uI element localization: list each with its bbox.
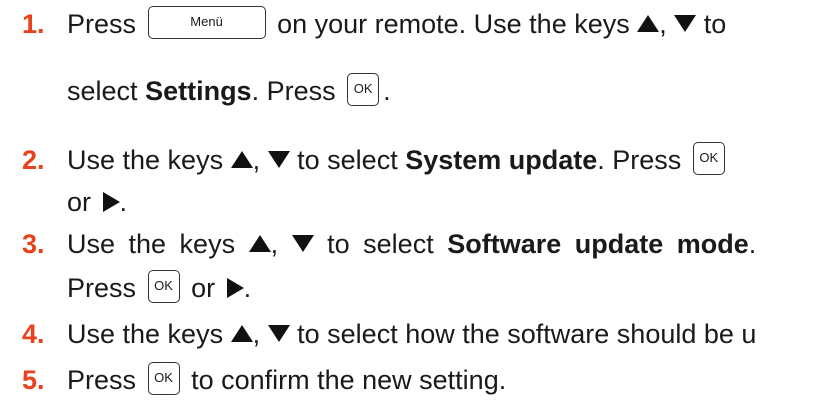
arrow-up-icon (248, 235, 271, 253)
step-text: Use the keys , to select System update. … (67, 142, 729, 178)
arrow-right-icon (102, 191, 120, 212)
step-number: 1. (22, 9, 45, 39)
arrow-down-icon (291, 235, 314, 253)
text: , (659, 9, 667, 39)
step-text: Press OK to confirm the new setting. (67, 362, 507, 398)
menu-item-name: System update (405, 145, 598, 175)
arrow-down-icon (267, 325, 290, 343)
text: to (703, 9, 727, 39)
text: Press (67, 365, 137, 395)
text: , (252, 319, 261, 349)
ok-key-icon: OK (147, 362, 180, 396)
ok-key-icon: OK (692, 142, 725, 176)
text: Press (67, 273, 137, 303)
menu-key-icon: Menü (147, 6, 266, 40)
text: select (67, 76, 138, 106)
text: . Press (251, 76, 336, 106)
step-number: 3. (22, 229, 45, 259)
text: Press (67, 9, 137, 39)
text: to confirm the new setting. (191, 365, 507, 395)
step-number: 2. (22, 145, 45, 175)
menu-item-name: Software update mode (447, 229, 749, 259)
step-text: Use the keys , to select how the softwar… (67, 318, 756, 350)
step-number: 5. (22, 365, 45, 395)
text: , (252, 145, 261, 175)
step-number: 4. (22, 319, 45, 349)
step-text: Press Menü on your remote. Use the keys … (67, 6, 727, 42)
arrow-down-icon (267, 151, 290, 169)
arrow-up-icon (637, 15, 660, 33)
step-text: or . (67, 186, 127, 218)
menu-item-name: Settings (145, 76, 252, 106)
arrow-up-icon (230, 325, 253, 343)
text: to select (327, 229, 434, 259)
arrow-down-icon (674, 15, 697, 33)
step-text: Use the keys , to select Software update… (67, 228, 756, 260)
text: Use the keys (67, 145, 224, 175)
ok-key-icon: OK (147, 270, 180, 304)
text: . Press (597, 145, 682, 175)
text: Use the keys (67, 229, 236, 259)
arrow-up-icon (230, 151, 253, 169)
text: . (748, 229, 757, 259)
text: . (119, 187, 128, 217)
step-text: Press OK or . (67, 270, 252, 306)
step-text: select Settings. Press OK. (67, 73, 391, 109)
text: , (270, 229, 279, 259)
text: to select how the software should be u (297, 319, 757, 349)
ok-key-icon: OK (347, 73, 380, 107)
text: on your remote. Use the keys (277, 9, 630, 39)
text: or (67, 187, 92, 217)
text: . (243, 273, 252, 303)
text: . (383, 76, 391, 106)
text: or (191, 273, 216, 303)
text: Use the keys (67, 319, 224, 349)
arrow-right-icon (226, 277, 244, 298)
text: to select (297, 145, 398, 175)
